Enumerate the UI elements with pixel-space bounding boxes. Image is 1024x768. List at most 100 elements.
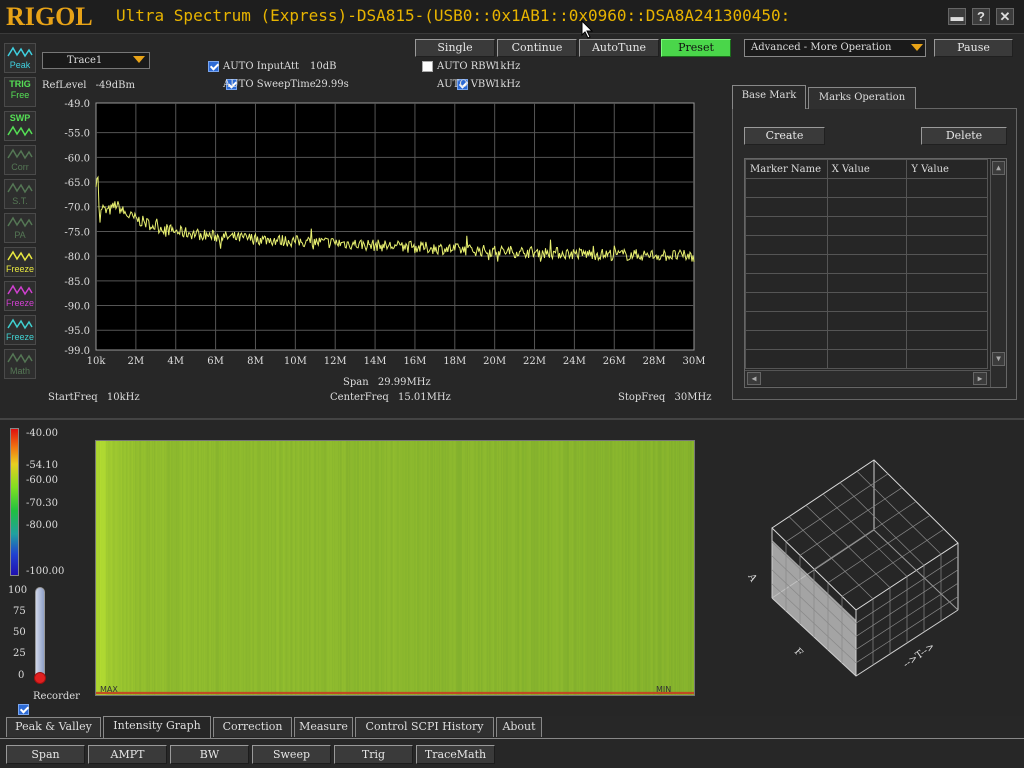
- auto-rbw-checkbox[interactable]: [422, 61, 433, 72]
- tab-correction[interactable]: Correction: [213, 717, 292, 737]
- intensity-graph[interactable]: MAX MIN: [95, 440, 695, 696]
- table-cell: [906, 178, 988, 198]
- minimize-button[interactable]: ▬: [948, 8, 966, 25]
- table-row[interactable]: [745, 235, 988, 255]
- table-row[interactable]: [745, 330, 988, 350]
- span-button[interactable]: Span: [6, 745, 85, 764]
- tab-marks-operation[interactable]: Marks Operation: [808, 87, 916, 109]
- column-marker-name[interactable]: Marker Name: [745, 159, 828, 179]
- stop-freq: StopFreq 30MHz: [618, 392, 711, 403]
- auto-vbw-label: AUTO VBW: [437, 79, 496, 90]
- table-row[interactable]: [745, 273, 988, 293]
- y-tick-label: -49.0: [64, 99, 90, 110]
- table-cell: [745, 292, 828, 312]
- gauge-label: 75: [13, 606, 26, 617]
- auto-inputatt-value: 10dB: [310, 61, 337, 72]
- recorder-checkbox[interactable]: [18, 704, 29, 715]
- pause-button[interactable]: Pause: [934, 39, 1013, 57]
- auto-rbw-value: 1kHz: [494, 61, 521, 72]
- table-row[interactable]: [745, 216, 988, 236]
- x-tick-label: 30M: [683, 356, 706, 367]
- y-tick-label: -90.0: [64, 302, 90, 313]
- x-tick-label: 2M: [128, 356, 145, 367]
- table-cell: [826, 349, 908, 369]
- tracemath-button[interactable]: TraceMath: [416, 745, 495, 764]
- scroll-down-icon[interactable]: ▼: [992, 352, 1005, 366]
- tab-base-mark[interactable]: Base Mark: [732, 85, 806, 109]
- sweep-button[interactable]: Sweep: [252, 745, 331, 764]
- table-cell: [906, 216, 988, 236]
- side-tool-0[interactable]: Peak: [4, 43, 36, 73]
- side-tool-label: Peak: [9, 60, 31, 70]
- x-tick-label: 28M: [643, 356, 666, 367]
- tab-peak-valley[interactable]: Peak & Valley: [6, 717, 101, 737]
- tab-about[interactable]: About: [496, 717, 542, 737]
- continue-button[interactable]: Continue: [497, 39, 577, 57]
- table-cell: [745, 330, 828, 350]
- tab-measure[interactable]: Measure: [294, 717, 353, 737]
- span-label: Span 29.99MHz: [343, 377, 431, 388]
- gauge-label: 25: [13, 648, 26, 659]
- bw-button[interactable]: BW: [170, 745, 249, 764]
- vertical-scrollbar[interactable]: ▲ ▼: [990, 159, 1006, 387]
- ref-level-value: -49dBm: [95, 80, 136, 91]
- delete-marker-button[interactable]: Delete: [921, 127, 1007, 145]
- table-cell: [826, 216, 908, 236]
- preset-button[interactable]: Preset: [661, 39, 731, 57]
- advanced-select-value: Advanced - More Operation: [751, 42, 892, 53]
- column-y-value[interactable]: Y Value: [906, 159, 988, 179]
- help-button[interactable]: ?: [972, 8, 990, 25]
- tab-intensity-graph[interactable]: Intensity Graph: [103, 716, 211, 738]
- 3d-grid-line: [813, 501, 917, 570]
- center-freq-label: CenterFreq: [330, 392, 389, 403]
- table-cell: [745, 254, 828, 274]
- auto-inputatt-checkbox[interactable]: [208, 61, 219, 72]
- y-tick-label: -75.0: [64, 227, 90, 238]
- column-x-value[interactable]: X Value: [826, 159, 908, 179]
- scroll-up-icon[interactable]: ▲: [992, 161, 1005, 175]
- peak-icon: [7, 46, 33, 58]
- trace-select[interactable]: Trace1: [42, 52, 150, 69]
- stop-freq-value: 30MHz: [674, 392, 712, 403]
- advanced-select[interactable]: Advanced - More Operation: [744, 39, 926, 57]
- table-row[interactable]: [745, 254, 988, 274]
- table-cell: [745, 273, 828, 293]
- table-row[interactable]: [745, 197, 988, 217]
- table-cell: [906, 311, 988, 331]
- ampt-button[interactable]: AMPT: [88, 745, 167, 764]
- autotune-button[interactable]: AutoTune: [579, 39, 659, 57]
- table-cell: [826, 292, 908, 312]
- close-button[interactable]: ✕: [996, 8, 1014, 25]
- scroll-left-icon[interactable]: ◀: [747, 372, 761, 385]
- single-button[interactable]: Single: [415, 39, 495, 57]
- scale-label: -54.10: [26, 460, 59, 471]
- auto-vbw-value: 1kHz: [494, 79, 521, 90]
- gauge-bulb-icon: [34, 672, 46, 684]
- x-tick-label: 18M: [443, 356, 466, 367]
- table-row[interactable]: [745, 178, 988, 198]
- tab-baseline: [0, 738, 1024, 739]
- marker-table: Marker Name X Value Y Value: [745, 159, 988, 369]
- table-row[interactable]: [745, 292, 988, 312]
- mouse-cursor-icon: [581, 20, 594, 39]
- table-cell: [906, 292, 988, 312]
- x-tick-label: 4M: [167, 356, 184, 367]
- horizontal-scrollbar[interactable]: ◀ ▶: [745, 370, 990, 386]
- window-title: Ultra Spectrum (Express)-DSA815-(USB0::0…: [116, 6, 791, 25]
- x-tick-label: 10M: [284, 356, 307, 367]
- gauge-label: 100: [8, 585, 28, 596]
- marker-table-wrap: Marker Name X Value Y Value ▲ ▼ ◀ ▶: [744, 158, 1007, 388]
- create-marker-button[interactable]: Create: [744, 127, 825, 145]
- trig-button[interactable]: Trig: [334, 745, 413, 764]
- plot-area[interactable]: [95, 102, 695, 351]
- table-row[interactable]: [745, 311, 988, 331]
- recorder-label: Recorder: [33, 691, 80, 702]
- table-row[interactable]: [745, 349, 988, 369]
- table-cell: [906, 273, 988, 293]
- 3d-waterfall-view[interactable]: A F -->T-->: [740, 450, 980, 690]
- table-cell: [826, 311, 908, 331]
- y-tick-label: -99.0: [64, 346, 90, 357]
- center-freq-value: 15.01MHz: [397, 392, 451, 403]
- tab-control-scpi-history[interactable]: Control SCPI History: [355, 717, 494, 737]
- scroll-right-icon[interactable]: ▶: [973, 372, 987, 385]
